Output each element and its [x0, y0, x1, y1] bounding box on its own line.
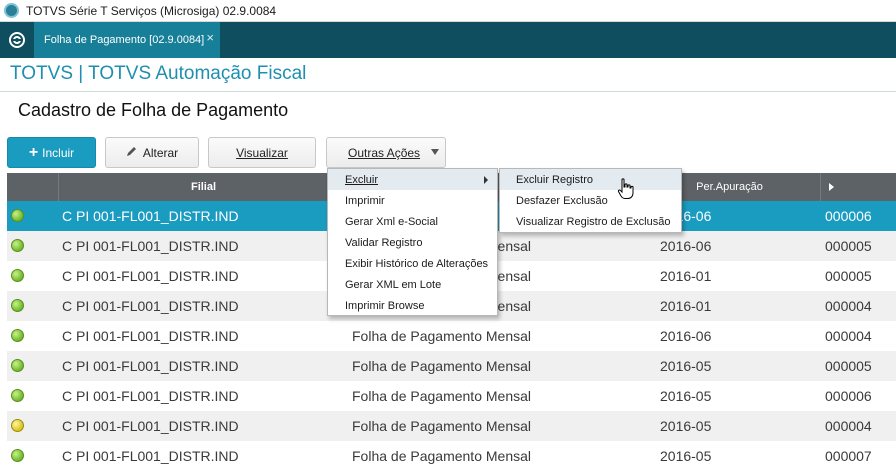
cell-codigo: 000005	[825, 358, 872, 374]
tab-label: Folha de Pagamento [02.9.0084]	[44, 34, 205, 46]
status-green-icon	[11, 359, 24, 372]
window-titlebar: TOTVS Série T Serviços (Microsiga) 02.9.…	[0, 0, 896, 22]
outras-acoes-menu: Excluir Imprimir Gerar Xml e-Social Vali…	[327, 168, 498, 316]
window-title: TOTVS Série T Serviços (Microsiga) 02.9.…	[26, 4, 277, 18]
cell-filial: C PI 001-FL001_DISTR.IND	[62, 298, 239, 314]
plus-icon: +	[28, 143, 39, 161]
cell-per-apuracao: 2016-05	[660, 448, 712, 464]
status-green-icon	[11, 389, 24, 402]
incluir-label: Incluir	[42, 145, 75, 160]
cell-tipo: Folha de Pagamento Mensal	[352, 358, 531, 374]
outras-acoes-button[interactable]: Outras Ações	[326, 137, 446, 168]
tab-close-icon[interactable]: ×	[206, 31, 214, 45]
menu-item-gerar-xml-em-lote[interactable]: Gerar XML em Lote	[328, 274, 497, 295]
excluir-submenu: Excluir Registro Desfazer Exclusão Visua…	[499, 168, 682, 233]
cell-tipo: Folha de Pagamento Mensal	[352, 448, 531, 464]
cell-codigo: 000007	[825, 448, 872, 464]
visualizar-button[interactable]: Visualizar	[208, 137, 316, 168]
table-row[interactable]: C PI 001-FL001_DISTR.IND Folha de Pagamen…	[7, 321, 896, 351]
cell-filial: C PI 001-FL001_DISTR.IND	[62, 268, 239, 284]
cell-codigo: 000006	[825, 208, 872, 224]
column-scroll-right[interactable]	[821, 173, 896, 201]
cell-tipo: Folha de Pagamento Mensal	[352, 418, 531, 434]
status-green-icon	[11, 299, 24, 312]
cell-filial: C PI 001-FL001_DISTR.IND	[62, 388, 239, 404]
menu-item-label: Excluir	[345, 173, 379, 186]
pencil-icon	[126, 146, 137, 160]
cell-per-apuracao: 2016-06	[660, 238, 712, 254]
status-green-icon	[11, 329, 24, 342]
cell-filial: C PI 001-FL001_DISTR.IND	[62, 358, 239, 374]
divider	[0, 91, 896, 92]
hand-cursor-icon	[617, 178, 634, 199]
submenu-item-label: Excluir Registro	[516, 173, 594, 186]
table-row[interactable]: C PI 001-FL001_DISTR.IND Folha de Pagamen…	[7, 441, 896, 471]
tab-bar: Folha de Pagamento [02.9.0084] ×	[0, 22, 896, 58]
submenu-item-desfazer-exclusao[interactable]: Desfazer Exclusão	[500, 190, 681, 211]
totvs-menu-icon[interactable]	[0, 22, 34, 58]
menu-item-excluir[interactable]: Excluir	[328, 169, 497, 190]
cell-filial: C PI 001-FL001_DISTR.IND	[62, 328, 239, 344]
menu-item-exibir-historico[interactable]: Exibir Histórico de Alterações	[328, 253, 497, 274]
menu-item-label: Imprimir	[345, 194, 385, 207]
submenu-item-label: Desfazer Exclusão	[516, 194, 608, 207]
status-yellow-icon	[11, 419, 24, 432]
app-icon	[4, 3, 19, 18]
menu-item-label: Imprimir Browse	[345, 299, 425, 312]
menu-item-label: Gerar Xml e-Social	[345, 215, 438, 228]
chevron-right-icon	[484, 176, 488, 184]
incluir-button[interactable]: + Incluir	[7, 137, 96, 168]
cell-codigo: 000006	[825, 388, 872, 404]
cell-per-apuracao: 2016-06	[660, 328, 712, 344]
status-green-icon	[11, 239, 24, 252]
page-title: Cadastro de Folha de Pagamento	[18, 100, 289, 120]
status-green-icon	[11, 269, 24, 282]
submenu-item-label: Visualizar Registro de Exclusão	[516, 215, 671, 228]
submenu-item-excluir-registro[interactable]: Excluir Registro	[500, 169, 681, 190]
submenu-item-visualizar-registro-exclusao[interactable]: Visualizar Registro de Exclusão	[500, 211, 681, 232]
table-row[interactable]: C PI 001-FL001_DISTR.IND Folha de Pagamen…	[7, 351, 896, 381]
tab-folha-de-pagamento[interactable]: Folha de Pagamento [02.9.0084] ×	[34, 22, 220, 58]
cell-per-apuracao: 2016-05	[660, 358, 712, 374]
cell-per-apuracao: 2016-01	[660, 268, 712, 284]
menu-item-label: Exibir Histórico de Alterações	[345, 257, 489, 270]
outras-acoes-label: Outras Ações	[348, 145, 421, 160]
table-row[interactable]: C PI 001-FL001_DISTR.IND Folha de Pagamen…	[7, 381, 896, 411]
cell-codigo: 000005	[825, 238, 872, 254]
menu-item-imprimir[interactable]: Imprimir	[328, 190, 497, 211]
visualizar-label: Visualizar	[236, 145, 288, 160]
alterar-label: Alterar	[142, 145, 179, 160]
chevron-down-icon	[431, 149, 439, 155]
alterar-button[interactable]: Alterar	[105, 137, 199, 168]
cell-filial: C PI 001-FL001_DISTR.IND	[62, 208, 239, 224]
cell-codigo: 000004	[825, 298, 872, 314]
menu-item-label: Gerar XML em Lote	[345, 278, 442, 291]
cell-per-apuracao: 2016-01	[660, 298, 712, 314]
cell-tipo: Folha de Pagamento Mensal	[352, 388, 531, 404]
cell-codigo: 000005	[825, 268, 872, 284]
cell-per-apuracao: 2016-05	[660, 418, 712, 434]
cell-per-apuracao: 2016-05	[660, 388, 712, 404]
menu-item-gerar-xml-e-social[interactable]: Gerar Xml e-Social	[328, 211, 497, 232]
chevron-right-icon	[829, 183, 834, 191]
menu-item-validar-registro[interactable]: Validar Registro	[328, 232, 497, 253]
status-green-icon	[11, 449, 24, 462]
menu-item-label: Validar Registro	[345, 236, 423, 249]
brand-header: TOTVS | TOTVS Automação Fiscal	[10, 63, 307, 84]
column-filial[interactable]: Filial	[59, 173, 349, 201]
cell-filial: C PI 001-FL001_DISTR.IND	[62, 418, 239, 434]
cell-codigo: 000004	[825, 328, 872, 344]
menu-item-imprimir-browse[interactable]: Imprimir Browse	[328, 295, 497, 316]
status-green-icon	[11, 209, 24, 222]
cell-codigo: 000004	[825, 418, 872, 434]
column-status[interactable]	[7, 173, 59, 201]
cell-filial: C PI 001-FL001_DISTR.IND	[62, 238, 239, 254]
cell-filial: C PI 001-FL001_DISTR.IND	[62, 448, 239, 464]
table-row[interactable]: C PI 001-FL001_DISTR.IND Folha de Pagamen…	[7, 411, 896, 441]
cell-tipo: Folha de Pagamento Mensal	[352, 328, 531, 344]
